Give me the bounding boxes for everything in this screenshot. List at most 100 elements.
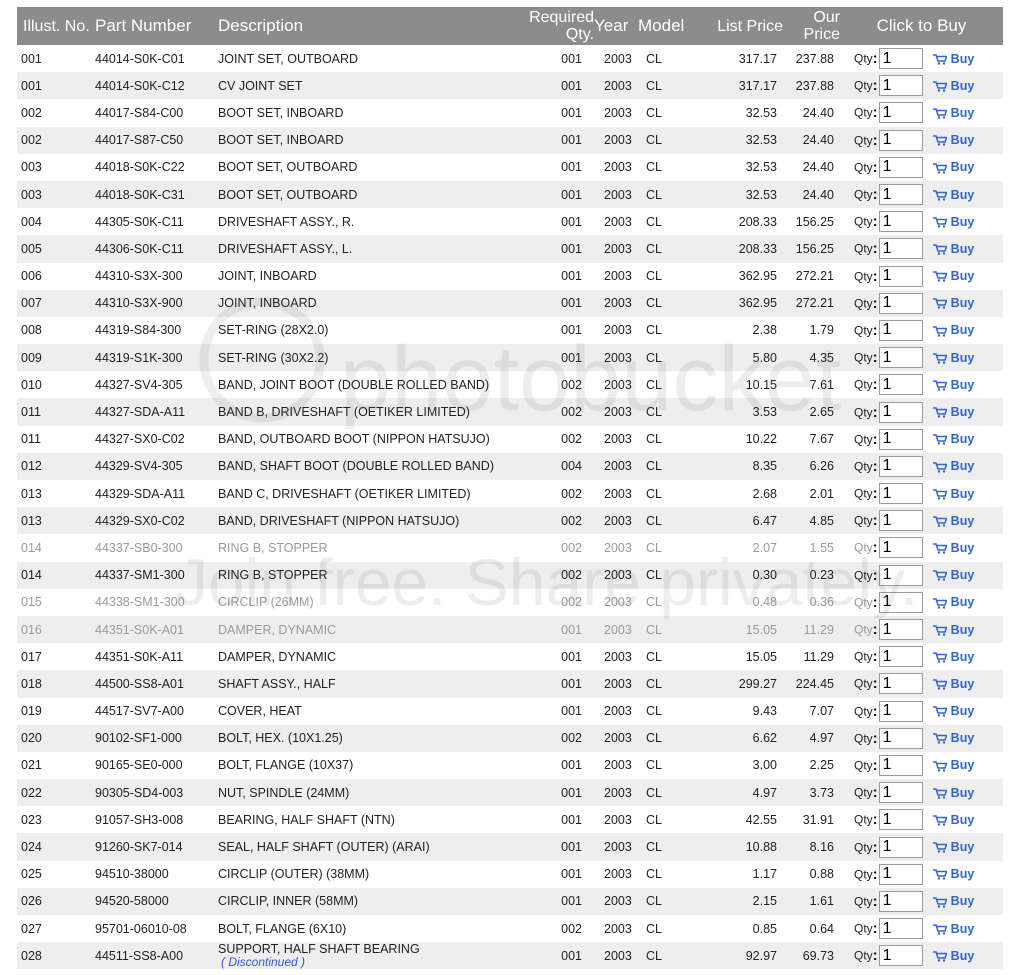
buy-button[interactable]: Buy [932,106,974,120]
cell-list-price: 9.43 [752,704,777,719]
buy-button[interactable]: Buy [932,242,974,256]
buy-button[interactable]: Buy [932,79,974,93]
qty-input[interactable] [878,591,923,613]
qty-input[interactable] [878,483,923,505]
qty-input[interactable] [878,238,923,260]
cell-illus-no: 025 [21,867,42,882]
qty-input[interactable] [878,374,923,396]
cell-list-price: 15.05 [698,615,783,644]
qty-input[interactable] [878,890,923,912]
qty-label: Qty [854,296,873,311]
buy-button[interactable]: Buy [932,378,974,392]
buy-button[interactable]: Buy [932,595,974,609]
cell-year: 2003 [594,180,638,209]
buy-button[interactable]: Buy [932,296,974,310]
cell-year: 2003 [604,812,632,827]
cell-required-qty: 001 [508,180,594,209]
qty-input[interactable] [878,428,923,450]
buy-button[interactable]: Buy [932,188,974,202]
buy-button[interactable]: Buy [932,704,974,718]
buy-button[interactable]: Buy [932,351,974,365]
buy-button[interactable]: Buy [932,269,974,283]
buy-button[interactable]: Buy [932,541,974,555]
cell-part-number: 95701-06010-08 [95,921,187,936]
qty-input[interactable] [878,211,923,233]
qty-input[interactable] [878,836,923,858]
qty-input[interactable] [878,455,923,477]
qty-input[interactable] [878,700,923,722]
qty-input[interactable] [878,537,923,559]
qty-colon: : [872,267,878,285]
buy-button[interactable]: Buy [932,459,974,473]
qty-input[interactable] [878,156,923,178]
qty-input[interactable] [878,673,923,695]
buy-button[interactable]: Buy [932,867,974,881]
qty-input[interactable] [878,184,923,206]
buy-button[interactable]: Buy [932,52,974,66]
cell-part-number: 44327-SDA-A11 [91,398,218,426]
qty-label: Qty [854,350,873,365]
buy-button[interactable]: Buy [932,487,974,501]
cell-buy: Qty: Buy [840,643,1003,670]
buy-button[interactable]: Buy [932,160,974,174]
cell-part-number: 44329-SV4-305 [91,452,218,480]
cart-icon [932,652,947,663]
qty-colon: : [872,566,878,584]
table-row: 003 44018-S0K-C31 BOOT SET, OUTBOARD 001 200… [17,180,1003,209]
qty-input[interactable] [878,646,923,668]
buy-button[interactable]: Buy [932,650,974,664]
qty-input[interactable] [878,75,923,97]
buy-button[interactable]: Buy [932,785,975,800]
qty-input[interactable] [878,727,923,749]
qty-input[interactable] [878,918,923,940]
cell-list-price: 317.17 [698,72,783,100]
buy-button[interactable]: Buy [932,677,974,691]
qty-input[interactable] [878,347,923,369]
buy-button[interactable]: Buy [932,568,974,582]
buy-button[interactable]: Buy [932,514,974,528]
qty-input[interactable] [878,102,923,124]
qty-input[interactable] [878,945,923,967]
qty-input[interactable] [878,48,923,70]
cell-illus-no: 014 [21,540,42,555]
qty-input[interactable] [878,863,923,885]
cell-illus-no: 027 [21,921,42,936]
buy-button[interactable]: Buy [932,405,974,419]
buy-button[interactable]: Buy [932,432,974,446]
cell-model: CL [646,540,662,555]
table-row: 014 44337-SB0-300 RING B, STOPPER 002 2003 CL… [17,534,1003,561]
cell-illus-no: 020 [17,724,91,752]
buy-button[interactable]: Buy [932,840,974,854]
buy-button[interactable]: Buy [932,813,974,827]
qty-input[interactable] [878,619,923,641]
buy-button[interactable]: Buy [932,731,974,745]
qty-input[interactable] [878,809,923,831]
qty-input[interactable] [878,564,923,586]
cell-buy: Qty: Buy [840,480,1003,507]
qty-input[interactable] [878,782,923,804]
cell-our-price: 237.88 [783,72,840,100]
cell-required-qty: 001 [561,269,582,284]
buy-button[interactable]: Buy [932,758,974,772]
buy-button[interactable]: Buy [932,949,974,963]
cell-description: RING B, STOPPER [218,561,508,589]
buy-button[interactable]: Buy [932,215,974,229]
table-row: 001 44014-S0K-C12 CV JOINT SET 001 2003 CL 317… [17,72,1003,100]
cell-our-price: 272.21 [783,289,840,317]
cart-icon [932,271,947,282]
buy-button[interactable]: Buy [932,894,974,908]
qty-input[interactable] [878,292,923,314]
qty-input[interactable] [878,319,923,341]
cell-required-qty: 001 [561,704,582,719]
buy-button[interactable]: Buy [932,922,974,936]
buy-button[interactable]: Buy [932,623,974,637]
buy-label: Buy [950,785,975,800]
buy-button[interactable]: Buy [932,323,974,337]
cell-our-price: 4.97 [783,724,840,752]
qty-input[interactable] [878,129,923,151]
qty-input[interactable] [878,265,923,287]
qty-input[interactable] [878,754,923,776]
buy-button[interactable]: Buy [932,133,974,147]
qty-input[interactable] [878,510,923,532]
qty-input[interactable] [878,401,923,423]
